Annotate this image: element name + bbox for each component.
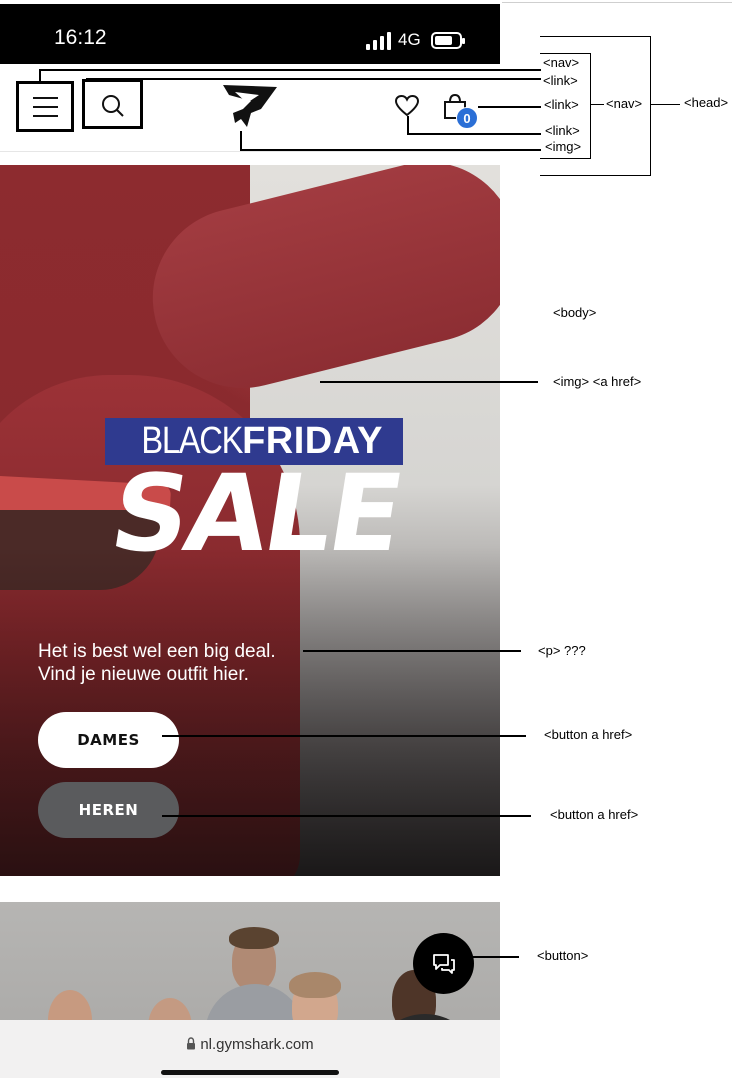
annotation-nav-inner: <nav>: [543, 55, 580, 70]
pointer-line: [320, 381, 538, 383]
browser-url-text: nl.gymshark.com: [200, 1036, 314, 1053]
pointer-line: [162, 735, 526, 737]
hero-banner-link[interactable]: BLACK FRIDAY SALE Het is best wel een big…: [0, 165, 500, 876]
bracket-line: [540, 53, 591, 54]
annotation-paragraph: <p> ???: [538, 643, 586, 658]
annotation-chat-button: <button>: [537, 948, 589, 963]
chat-icon[interactable]: [413, 933, 474, 994]
home-indicator: [161, 1070, 339, 1075]
section-gap: [0, 876, 500, 902]
annotation-button-dames: <button a href>: [544, 727, 633, 742]
pointer-line: [240, 131, 242, 150]
bracket-line: [650, 104, 680, 105]
pointer-line: [303, 650, 521, 652]
bracket-line: [540, 158, 591, 159]
bracket-line: [540, 36, 651, 37]
annotation-button-heren: <button a href>: [550, 807, 639, 822]
bracket-line: [590, 53, 591, 159]
pointer-line: [86, 78, 541, 80]
pointer-line: [407, 133, 541, 135]
pointer-line: [478, 106, 541, 108]
signal-icon: [366, 32, 392, 50]
bracket-line: [650, 36, 651, 176]
bag-count-badge: 0: [456, 107, 478, 129]
sale-headline: SALE: [103, 452, 409, 575]
annotation-link-menu: <link>: [543, 73, 578, 88]
pointer-line: [470, 956, 519, 958]
status-time: 16:12: [54, 26, 107, 49]
hamburger-menu-icon[interactable]: [16, 81, 74, 132]
annotation-top-rule: [502, 2, 732, 3]
gymshark-logo-icon[interactable]: [221, 83, 279, 129]
tagline-line-2: Vind je nieuwe outfit hier.: [38, 664, 249, 685]
annotation-hero-img: <img> <a href>: [553, 374, 642, 389]
network-type: 4G: [398, 30, 421, 49]
heart-icon[interactable]: [394, 94, 420, 118]
pointer-line: [162, 815, 531, 817]
battery-icon: [431, 32, 465, 49]
annotation-nav-outer: <nav>: [606, 96, 643, 111]
heren-button[interactable]: HEREN: [38, 782, 179, 838]
search-icon[interactable]: [82, 79, 143, 129]
annotation-head: <head>: [684, 95, 729, 110]
lock-icon: [186, 1037, 196, 1054]
pointer-line: [407, 116, 409, 134]
pointer-line: [39, 69, 541, 71]
pointer-line: [39, 69, 41, 81]
status-bar: 16:12 4G: [0, 4, 500, 64]
browser-url[interactable]: nl.gymshark.com: [0, 1036, 500, 1054]
dames-button[interactable]: DAMES: [38, 712, 179, 768]
annotation-body: <body>: [553, 305, 597, 320]
hero-tagline: Het is best wel een big deal. Vind je ni…: [38, 640, 458, 686]
bracket-line: [590, 104, 604, 105]
annotation-link-bag: <link>: [544, 97, 579, 112]
annotation-link-wishlist: <link>: [545, 123, 580, 138]
bracket-line: [540, 175, 651, 176]
annotation-img-logo: <img>: [545, 139, 582, 154]
pointer-line: [240, 149, 541, 151]
